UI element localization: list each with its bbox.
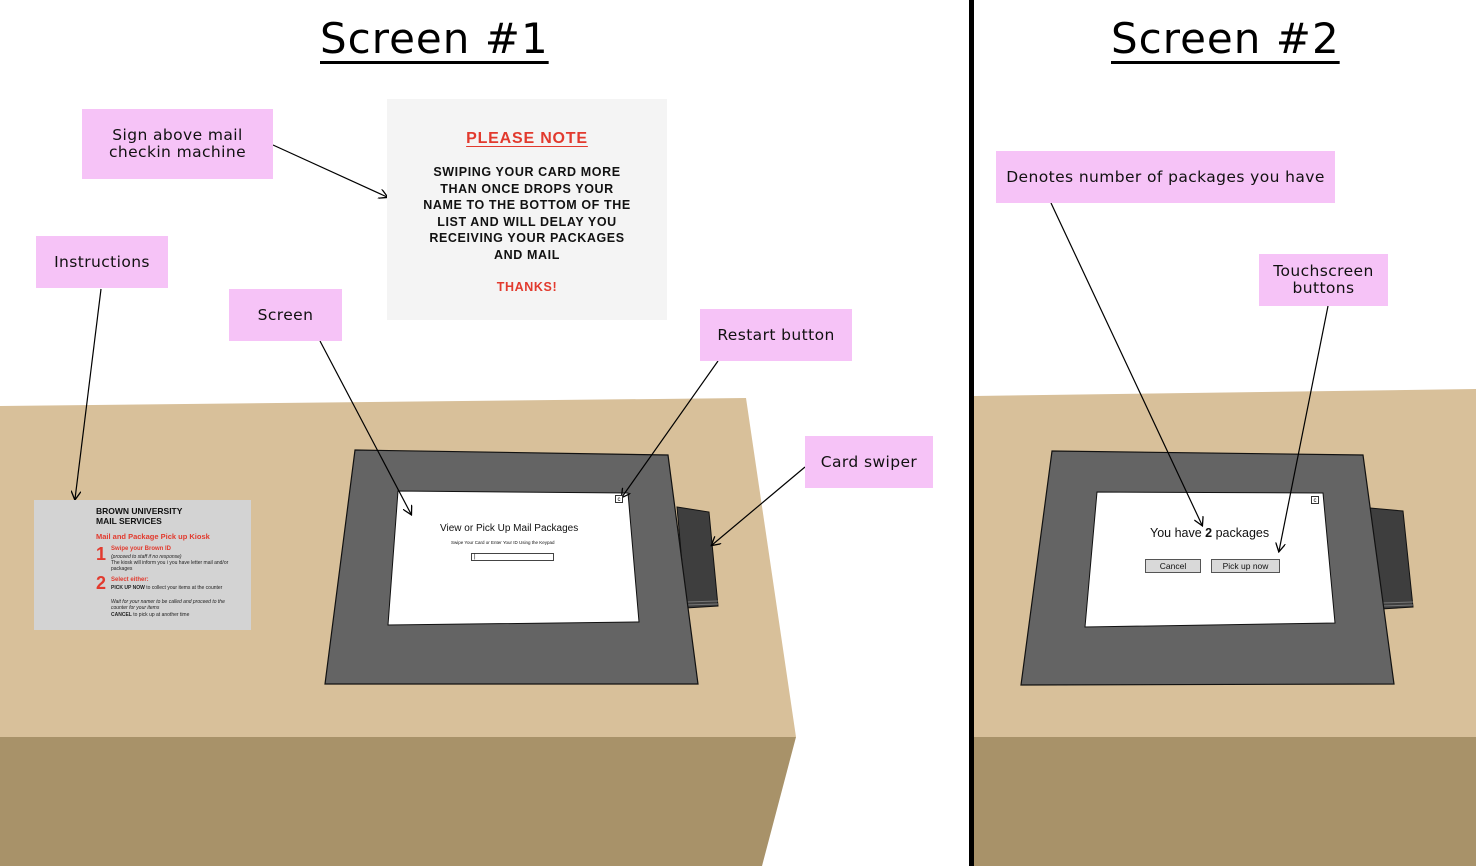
step2-option1-note: Wait for your namer to be called and pro…: [111, 599, 225, 611]
restart-icon[interactable]: c: [615, 495, 623, 503]
package-count: 2: [1205, 526, 1213, 540]
step1-number: 1: [96, 544, 107, 564]
instructions-annotation-note: Instructions: [36, 236, 168, 288]
packages-annotation-note: Denotes number of packages you have: [996, 151, 1335, 203]
sign-annotation-note: Sign above mail checkin machine: [82, 109, 273, 179]
step1-text: The kiosk will inform you i you have let…: [111, 560, 229, 572]
buttons-annotation-note: Touchscreen buttons: [1259, 254, 1388, 306]
step2-number: 2: [96, 573, 107, 593]
step1-title: Swipe your Brown ID: [111, 546, 172, 552]
table-front-right: [974, 737, 1476, 866]
step2-option2: CANCEL to pick up at another time: [111, 612, 241, 618]
sign-body: SWIPING YOUR CARD MORE THAN ONCE DROPS Y…: [423, 165, 631, 262]
packages-message: You have 2 packages: [1150, 526, 1269, 540]
table-front-left: [0, 737, 796, 866]
kiosk1-title: View or Pick Up Mail Packages: [440, 523, 579, 534]
card-kiosk-title: Mail and Package Pick up Kiosk: [96, 532, 210, 541]
sign-thanks: THANKS!: [496, 280, 558, 294]
kiosk1-subtitle: Swipe Your Card or Enter Your ID Using t…: [451, 540, 555, 545]
packages-message-prefix: You have: [1150, 526, 1202, 540]
arrow-sign: [272, 144, 387, 197]
restart-icon-screen2[interactable]: c: [1311, 496, 1319, 504]
kiosk-screen-right: [1084, 491, 1336, 628]
restart-annotation-note: Restart button: [700, 309, 852, 361]
card-swiper-annotation-note: Card swiper: [805, 436, 933, 488]
please-note-sign: PLEASE NOTE SWIPING YOUR CARD MORE THAN …: [387, 99, 667, 320]
sign-title: PLEASE NOTE: [466, 130, 588, 147]
packages-message-suffix: packages: [1215, 526, 1270, 540]
card-org-name: BROWN UNIVERSITY MAIL SERVICES: [96, 506, 183, 526]
screen-annotation-note: Screen: [229, 289, 342, 341]
cancel-button[interactable]: Cancel: [1145, 559, 1201, 573]
id-input-field[interactable]: |: [471, 553, 554, 561]
step2-title: Select either:: [111, 577, 149, 583]
step2-option1-bold: PICK UP NOW: [111, 585, 145, 591]
step2-option2-text: to pick up at another time: [133, 612, 190, 618]
step2-option1: PICK UP NOW to collect your items at the…: [111, 585, 241, 591]
instruction-card: BROWN UNIVERSITY MAIL SERVICES Mail and …: [34, 500, 251, 630]
pick-up-now-button[interactable]: Pick up now: [1211, 559, 1280, 573]
screen2-heading: Screen #2: [1111, 14, 1340, 63]
step2-option1-text: to collect your items at the counter: [146, 585, 223, 591]
divider: [969, 0, 974, 866]
step2-option2-bold: CANCEL: [111, 612, 132, 618]
screen1-heading: Screen #1: [320, 14, 549, 63]
